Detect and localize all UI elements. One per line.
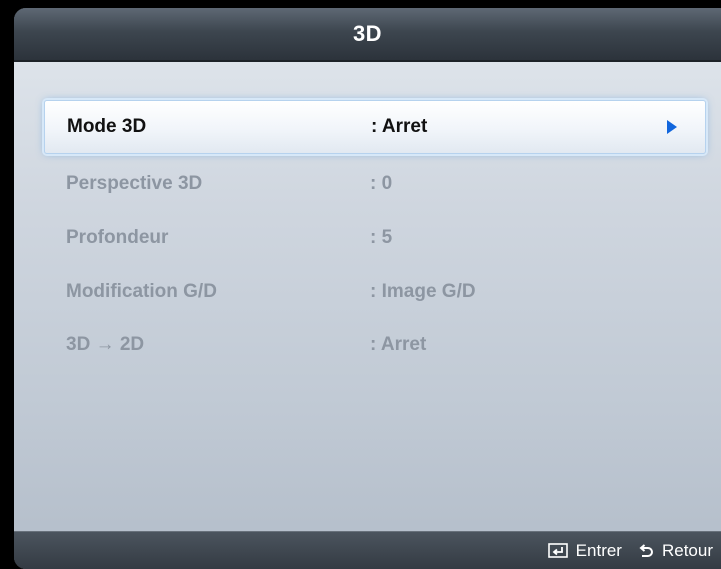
- menu-item-profondeur[interactable]: Profondeur : 5: [44, 212, 704, 264]
- menu-item-value: : 5: [370, 227, 393, 248]
- menu-item-label: Profondeur: [66, 227, 169, 248]
- menu-item-label: 3D → 2D: [66, 334, 145, 355]
- menu-item-label: Perspective 3D: [66, 173, 203, 194]
- enter-icon: [547, 543, 568, 558]
- return-icon: [639, 543, 653, 557]
- page-title: 3D: [352, 21, 383, 46]
- menu-item-label: Mode 3D: [67, 116, 147, 137]
- menu-item-3d-to-2d[interactable]: 3D → 2D : Arret: [44, 319, 704, 371]
- enter-button[interactable]: Entrer: [547, 540, 622, 561]
- menu-item-value: : 0: [370, 173, 393, 194]
- menu-title-bar: 3D: [14, 8, 721, 62]
- menu-item-value: : Image G/D: [370, 281, 476, 302]
- menu-item-label: Modification G/D: [66, 281, 217, 302]
- menu-item-perspective-3d[interactable]: Perspective 3D : 0: [44, 158, 704, 210]
- menu-item-value: : Arret: [371, 116, 428, 137]
- chevron-right-icon[interactable]: [667, 120, 677, 134]
- return-button[interactable]: Retour: [638, 541, 713, 561]
- tv-menu-window: 3D Mode 3D : Arret Perspective 3D : 0 Pr…: [14, 8, 721, 569]
- footer-bar: Entrer Retour: [14, 531, 721, 569]
- return-label: Retour: [661, 540, 713, 560]
- menu-item-value: : Arret: [370, 334, 427, 355]
- enter-label: Entrer: [575, 540, 622, 560]
- menu-item-mode-3d[interactable]: Mode 3D : Arret: [44, 100, 706, 154]
- menu-item-modification-gd[interactable]: Modification G/D : Image G/D: [44, 266, 704, 318]
- menu-list: Mode 3D : Arret Perspective 3D : 0 Profo…: [14, 62, 721, 540]
